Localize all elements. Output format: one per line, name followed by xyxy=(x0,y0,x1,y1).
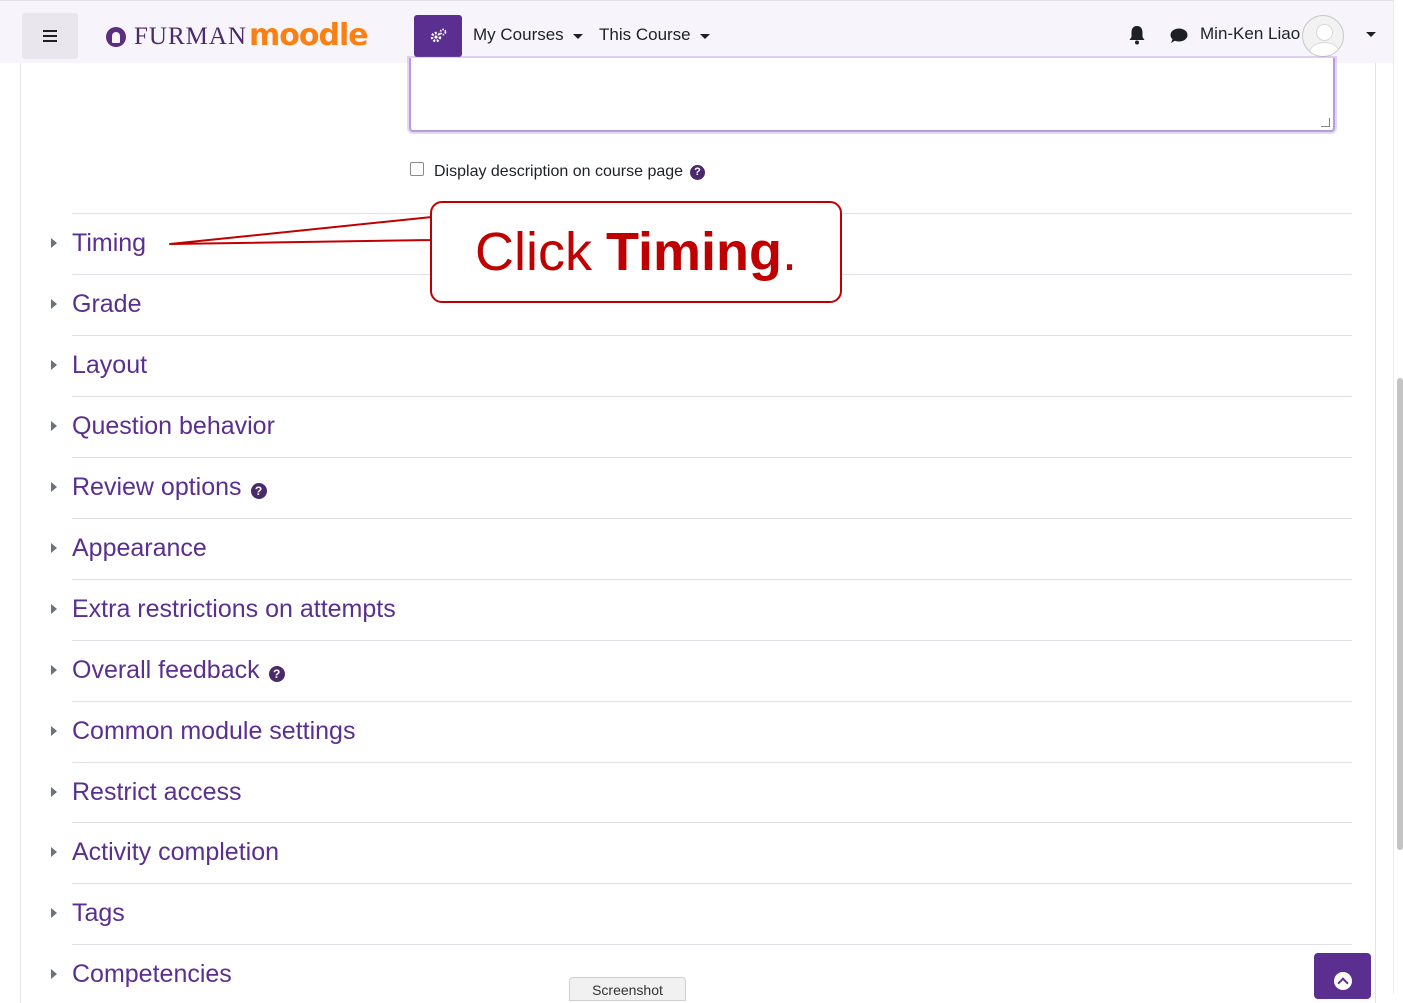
screenshot-tab[interactable]: Screenshot xyxy=(569,977,686,1001)
section-label[interactable]: Common module settings xyxy=(72,717,355,746)
callout-suffix: . xyxy=(782,222,798,282)
display-description-option: Display description on course page ? xyxy=(410,162,706,181)
caret-right-icon xyxy=(51,238,57,248)
user-avatar[interactable] xyxy=(1302,15,1344,57)
back-to-top-button[interactable] xyxy=(1314,953,1371,999)
caret-right-icon xyxy=(51,787,57,797)
section-label[interactable]: Layout xyxy=(72,351,147,380)
section-tags[interactable]: Tags xyxy=(51,883,1352,943)
display-description-label: Display description on course page xyxy=(434,163,684,180)
section-label[interactable]: Restrict access xyxy=(72,778,241,807)
section-label[interactable]: Competencies xyxy=(72,960,232,989)
drawer-toggle-button[interactable] xyxy=(22,13,78,59)
scrollbar-thumb[interactable] xyxy=(1397,378,1403,850)
chat-icon[interactable] xyxy=(1168,27,1188,45)
section-label: Overall feedback xyxy=(72,656,260,684)
admin-settings-button[interactable] xyxy=(414,15,462,57)
user-name[interactable]: Min-Ken Liao xyxy=(1200,24,1300,44)
caret-right-icon xyxy=(51,421,57,431)
furman-seal-icon xyxy=(106,27,126,47)
caret-right-icon xyxy=(51,482,57,492)
help-icon[interactable]: ? xyxy=(268,666,285,682)
section-label-wrap[interactable]: Overall feedback ? xyxy=(72,656,285,685)
section-competencies[interactable]: Competencies xyxy=(51,944,1352,994)
section-label[interactable]: Activity completion xyxy=(72,838,279,867)
section-common-module-settings[interactable]: Common module settings xyxy=(51,701,1352,761)
caret-right-icon xyxy=(51,604,57,614)
section-label[interactable]: Tags xyxy=(72,899,125,928)
chevron-up-icon xyxy=(1333,972,1352,990)
section-label[interactable]: Timing xyxy=(72,229,146,258)
section-appearance[interactable]: Appearance xyxy=(51,518,1352,578)
chevron-down-icon[interactable] xyxy=(1366,32,1376,37)
callout-prefix: Click xyxy=(474,222,592,282)
chevron-down-icon xyxy=(699,33,710,39)
site-logo[interactable]: FURMAN moodle xyxy=(106,17,369,55)
caret-right-icon xyxy=(51,969,57,979)
section-label[interactable]: Appearance xyxy=(72,534,207,563)
section-overall-feedback[interactable]: Overall feedback ? xyxy=(51,640,1352,700)
admin-gear-icon xyxy=(430,28,447,43)
section-extra-restrictions[interactable]: Extra restrictions on attempts xyxy=(51,579,1352,639)
instruction-callout: Click Timing. xyxy=(430,201,842,303)
section-label[interactable]: Grade xyxy=(72,290,141,319)
resize-grip-icon[interactable] xyxy=(1321,118,1330,127)
section-label-wrap[interactable]: Review options ? xyxy=(72,473,267,502)
display-description-checkbox[interactable] xyxy=(410,162,424,176)
section-layout[interactable]: Layout xyxy=(51,335,1352,395)
my-courses-label: My Courses xyxy=(473,25,564,44)
section-label[interactable]: Question behavior xyxy=(72,412,275,441)
bell-icon[interactable] xyxy=(1128,25,1146,45)
menu-icon xyxy=(43,30,57,42)
section-label: Review options xyxy=(72,473,242,501)
caret-right-icon xyxy=(51,847,57,857)
caret-right-icon xyxy=(51,299,57,309)
top-navbar: FURMAN moodle My Courses This Course Min… xyxy=(0,0,1393,63)
my-courses-menu[interactable]: My Courses xyxy=(473,25,583,45)
brand-university: FURMAN xyxy=(134,23,247,50)
caret-right-icon xyxy=(51,908,57,918)
this-course-label: This Course xyxy=(599,25,691,44)
chevron-down-icon xyxy=(572,33,583,39)
this-course-menu[interactable]: This Course xyxy=(599,25,710,45)
caret-right-icon xyxy=(51,543,57,553)
section-restrict-access[interactable]: Restrict access xyxy=(51,762,1352,822)
callout-bold: Timing xyxy=(605,222,782,282)
caret-right-icon xyxy=(51,726,57,736)
help-icon[interactable]: ? xyxy=(690,164,706,180)
caret-right-icon xyxy=(51,360,57,370)
description-textarea[interactable] xyxy=(409,58,1335,132)
section-question-behavior[interactable]: Question behavior xyxy=(51,396,1352,456)
help-icon[interactable]: ? xyxy=(250,483,267,499)
section-label[interactable]: Extra restrictions on attempts xyxy=(72,595,396,624)
brand-app: moodle xyxy=(248,17,369,53)
section-activity-completion[interactable]: Activity completion xyxy=(51,822,1352,882)
section-review-options[interactable]: Review options ? xyxy=(51,457,1352,517)
caret-right-icon xyxy=(51,665,57,675)
